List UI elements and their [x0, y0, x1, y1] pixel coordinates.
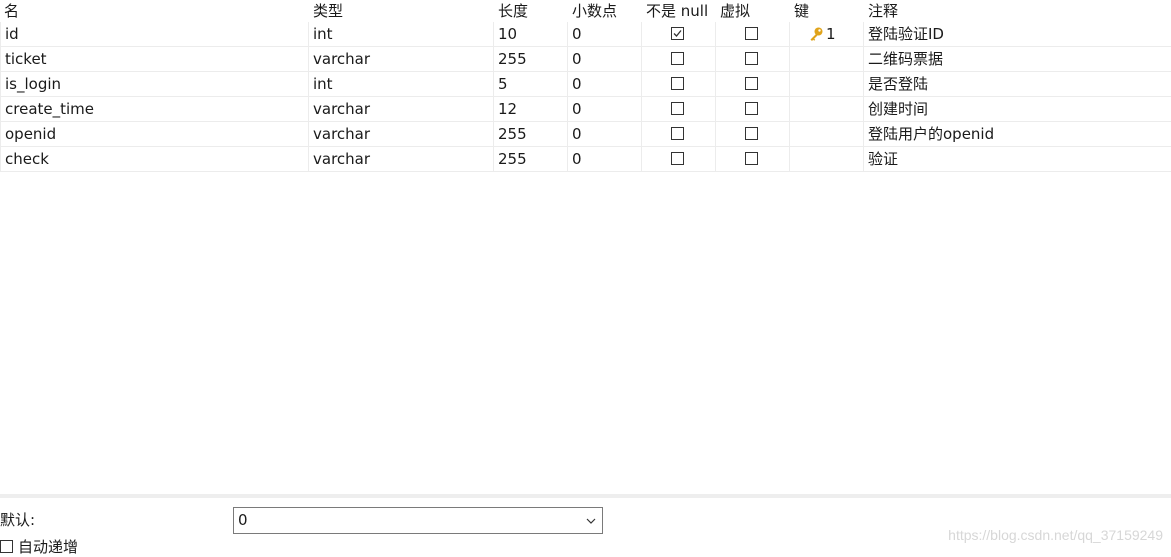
field-type-cell[interactable]: int: [309, 22, 494, 47]
field-comment-cell[interactable]: 登陆验证ID: [864, 22, 1171, 47]
key-cell[interactable]: [790, 122, 864, 147]
not-null-cell[interactable]: [642, 122, 716, 147]
not-null-cell[interactable]: [642, 22, 716, 47]
field-name-cell[interactable]: is_login: [0, 72, 309, 97]
virtual-cell[interactable]: [716, 122, 790, 147]
field-length-cell[interactable]: 12: [494, 97, 568, 122]
virtual-checkbox[interactable]: [745, 52, 758, 65]
field-grid: 名 类型 长度 小数点 不是 null 虚拟 键 注释 id int 10 0 1 登陆验…: [0, 0, 1171, 494]
virtual-checkbox[interactable]: [745, 102, 758, 115]
table-row[interactable]: openid varchar 255 0 登陆用户的openid: [0, 122, 1171, 147]
field-name-cell[interactable]: check: [0, 147, 309, 172]
key-cell[interactable]: [790, 72, 864, 97]
table-row[interactable]: check varchar 255 0 验证: [0, 147, 1171, 172]
virtual-cell[interactable]: [716, 47, 790, 72]
grid-header-row: 名 类型 长度 小数点 不是 null 虚拟 键 注释: [0, 0, 1171, 22]
not-null-cell[interactable]: [642, 72, 716, 97]
table-row[interactable]: ticket varchar 255 0 二维码票据: [0, 47, 1171, 72]
column-header-not-null[interactable]: 不是 null: [642, 0, 716, 22]
field-decimals-cell[interactable]: 0: [568, 97, 642, 122]
key-cell[interactable]: [790, 47, 864, 72]
field-decimals-cell[interactable]: 0: [568, 22, 642, 47]
column-header-type[interactable]: 类型: [309, 0, 494, 22]
not-null-checkbox[interactable]: [671, 77, 684, 90]
field-decimals-cell[interactable]: 0: [568, 47, 642, 72]
field-length-cell[interactable]: 255: [494, 122, 568, 147]
field-type-cell[interactable]: varchar: [309, 122, 494, 147]
key-cell[interactable]: [790, 147, 864, 172]
field-name-cell[interactable]: id: [0, 22, 309, 47]
not-null-cell[interactable]: [642, 97, 716, 122]
column-header-comment[interactable]: 注释: [864, 0, 1171, 22]
default-value-combobox[interactable]: 0: [233, 507, 603, 534]
field-length-cell[interactable]: 10: [494, 22, 568, 47]
field-comment-cell[interactable]: 验证: [864, 147, 1171, 172]
column-header-name[interactable]: 名: [0, 0, 309, 22]
field-type-cell[interactable]: varchar: [309, 147, 494, 172]
not-null-checkbox[interactable]: [671, 52, 684, 65]
field-type-cell[interactable]: varchar: [309, 47, 494, 72]
field-name-cell[interactable]: ticket: [0, 47, 309, 72]
column-header-key[interactable]: 键: [790, 0, 864, 22]
field-type-cell[interactable]: int: [309, 72, 494, 97]
field-comment-cell[interactable]: 是否登陆: [864, 72, 1171, 97]
primary-key-indicator: 1: [808, 22, 836, 46]
not-null-checkbox[interactable]: [671, 152, 684, 165]
watermark-text: https://blog.csdn.net/qq_37159249: [948, 527, 1163, 543]
field-properties-panel: 默认: 0 自动递增 https://blog.csdn.net/qq_3715…: [0, 498, 1171, 556]
table-row[interactable]: is_login int 5 0 是否登陆: [0, 72, 1171, 97]
not-null-checkbox[interactable]: [671, 127, 684, 140]
auto-increment-checkbox[interactable]: [0, 540, 13, 553]
field-length-cell[interactable]: 5: [494, 72, 568, 97]
key-cell[interactable]: 1: [790, 22, 864, 47]
field-name-cell[interactable]: create_time: [0, 97, 309, 122]
field-length-cell[interactable]: 255: [494, 47, 568, 72]
virtual-checkbox[interactable]: [745, 152, 758, 165]
field-decimals-cell[interactable]: 0: [568, 122, 642, 147]
not-null-checkbox[interactable]: [671, 27, 684, 40]
field-decimals-cell[interactable]: 0: [568, 147, 642, 172]
virtual-cell[interactable]: [716, 147, 790, 172]
field-comment-cell[interactable]: 登陆用户的openid: [864, 122, 1171, 147]
virtual-checkbox[interactable]: [745, 127, 758, 140]
chevron-down-icon: [586, 518, 596, 524]
key-icon: [810, 27, 823, 41]
virtual-cell[interactable]: [716, 22, 790, 47]
column-header-length[interactable]: 长度: [494, 0, 568, 22]
field-comment-cell[interactable]: 创建时间: [864, 97, 1171, 122]
field-type-cell[interactable]: varchar: [309, 97, 494, 122]
field-decimals-cell[interactable]: 0: [568, 72, 642, 97]
field-comment-cell[interactable]: 二维码票据: [864, 47, 1171, 72]
not-null-checkbox[interactable]: [671, 102, 684, 115]
default-label: 默认:: [0, 511, 36, 529]
check-icon: [673, 30, 682, 37]
key-order: 1: [826, 25, 836, 43]
field-name-cell[interactable]: openid: [0, 122, 309, 147]
table-row[interactable]: create_time varchar 12 0 创建时间: [0, 97, 1171, 122]
column-header-virtual[interactable]: 虚拟: [716, 0, 790, 22]
virtual-cell[interactable]: [716, 97, 790, 122]
column-header-decimals[interactable]: 小数点: [568, 0, 642, 22]
not-null-cell[interactable]: [642, 147, 716, 172]
field-length-cell[interactable]: 255: [494, 147, 568, 172]
key-cell[interactable]: [790, 97, 864, 122]
virtual-checkbox[interactable]: [745, 27, 758, 40]
virtual-checkbox[interactable]: [745, 77, 758, 90]
default-value-text: 0: [238, 511, 248, 529]
table-row[interactable]: id int 10 0 1 登陆验证ID: [0, 22, 1171, 47]
auto-increment-label: 自动递增: [18, 538, 79, 556]
virtual-cell[interactable]: [716, 72, 790, 97]
not-null-cell[interactable]: [642, 47, 716, 72]
